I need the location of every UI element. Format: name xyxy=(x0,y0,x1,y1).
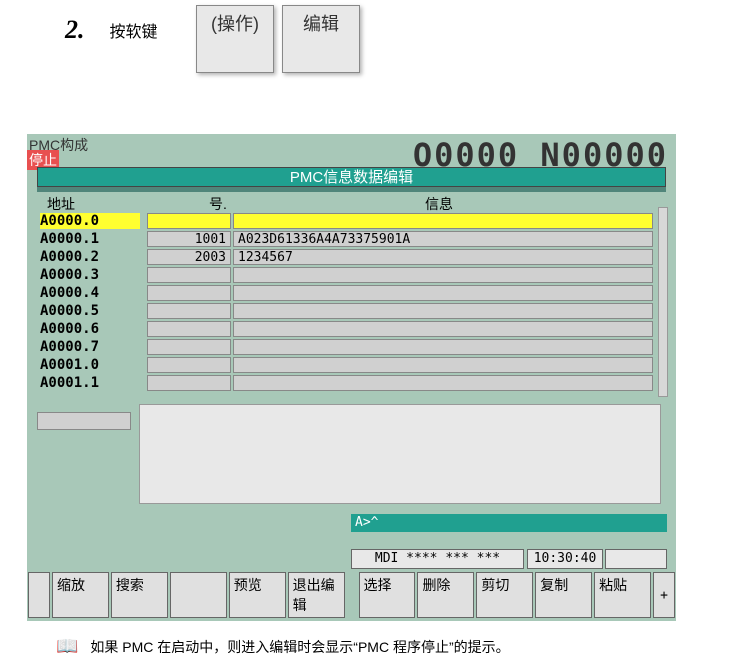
cell-info[interactable] xyxy=(233,321,653,337)
cell-number[interactable] xyxy=(147,321,231,337)
cell-address: A0000.7 xyxy=(40,339,140,355)
softkey-select[interactable]: 选择 xyxy=(359,572,416,618)
cell-address: A0000.6 xyxy=(40,321,140,337)
softkey-row: 缩放 搜索 预览 退出编辑 选择 删除 剪切 复制 粘贴 + xyxy=(27,571,676,619)
cell-info[interactable] xyxy=(233,375,653,391)
softkey-delete[interactable]: 删除 xyxy=(417,572,474,618)
table-row[interactable]: A0000.0 xyxy=(37,212,666,230)
softkey-cut[interactable]: 剪切 xyxy=(476,572,533,618)
softkey-search[interactable]: 搜索 xyxy=(111,572,168,618)
table-row[interactable]: A0000.7 xyxy=(37,338,666,356)
softkey-blank-1[interactable] xyxy=(170,572,227,618)
cell-number[interactable] xyxy=(147,303,231,319)
prompt-line: A>^ xyxy=(351,514,667,532)
cell-info[interactable] xyxy=(233,357,653,373)
cell-info[interactable] xyxy=(233,213,653,229)
cell-address: A0001.0 xyxy=(40,357,140,373)
message-text-panel[interactable] xyxy=(139,404,661,504)
book-icon: 📖 xyxy=(56,636,78,657)
softkey-preview[interactable]: 预览 xyxy=(229,572,286,618)
step-text: 按软键 xyxy=(110,18,158,42)
data-table: 地址 号. 信息 A0000.0 A0000.1 1001A023D61336A4A… xyxy=(37,192,666,392)
table-row[interactable]: A0000.3 xyxy=(37,266,666,284)
cell-info[interactable]: 1234567 xyxy=(233,249,653,265)
input-cell[interactable] xyxy=(37,412,131,430)
softkey-copy[interactable]: 复制 xyxy=(535,572,592,618)
softkey-next-page[interactable]: + xyxy=(653,572,675,618)
table-row[interactable]: A0000.2 2003 1234567 xyxy=(37,248,666,266)
cell-info[interactable] xyxy=(233,303,653,319)
softkey-exit-edit[interactable]: 退出编辑 xyxy=(288,572,345,618)
pmc-screen: PMC构成 停止 O0000 N00000 PMC信息数据编辑 地址 号. 信息… xyxy=(27,134,676,621)
col-address: 地址 xyxy=(47,194,75,214)
cell-number[interactable] xyxy=(147,357,231,373)
table-row[interactable]: A0001.0 xyxy=(37,356,666,374)
cell-number[interactable] xyxy=(147,267,231,283)
cell-info[interactable] xyxy=(233,285,653,301)
cell-number[interactable] xyxy=(147,213,231,229)
note-text: 如果 PMC 在启动中，则进入编辑时会显示“PMC 程序停止”的提示。 xyxy=(90,637,509,657)
status-mode: MDI **** *** *** xyxy=(351,549,524,569)
cell-address: A0000.4 xyxy=(40,285,140,301)
screen-title: PMC信息数据编辑 xyxy=(37,167,666,187)
table-row[interactable]: A0000.6 xyxy=(37,320,666,338)
softkey-operation[interactable]: (操作) xyxy=(196,5,274,73)
status-time: 10:30:40 xyxy=(527,549,603,569)
softkey-zoom[interactable]: 缩放 xyxy=(52,572,109,618)
vertical-scrollbar[interactable] xyxy=(658,207,668,397)
cell-address: A0000.3 xyxy=(40,267,140,283)
table-header: 地址 号. 信息 xyxy=(37,192,666,212)
col-info: 信息 xyxy=(425,194,453,214)
cell-number[interactable] xyxy=(147,285,231,301)
cell-number[interactable] xyxy=(147,375,231,391)
step-number: 2. xyxy=(65,15,85,45)
status-blank xyxy=(605,549,667,569)
table-row[interactable]: A0000.1 1001A023D61336A4A73375901A xyxy=(37,230,666,248)
cell-number[interactable] xyxy=(147,339,231,355)
cell-info[interactable]: A023D61336A4A73375901A xyxy=(233,231,653,247)
cell-address: A0000.1 xyxy=(40,231,140,247)
softkey-prev-page[interactable] xyxy=(28,572,50,618)
cell-number[interactable]: 1001 xyxy=(147,231,231,247)
cell-info[interactable] xyxy=(233,267,653,283)
softkey-paste[interactable]: 粘贴 xyxy=(594,572,651,618)
table-row[interactable]: A0001.1 xyxy=(37,374,666,392)
softkey-edit[interactable]: 编辑 xyxy=(282,5,360,73)
cell-address: A0000.5 xyxy=(40,303,140,319)
cell-address: A0001.1 xyxy=(40,375,140,391)
cell-info[interactable] xyxy=(233,339,653,355)
cell-number[interactable]: 2003 xyxy=(147,249,231,265)
table-row[interactable]: A0000.4 xyxy=(37,284,666,302)
note-line: 📖 如果 PMC 在启动中，则进入编辑时会显示“PMC 程序停止”的提示。 xyxy=(56,636,510,657)
table-row[interactable]: A0000.5 xyxy=(37,302,666,320)
col-number: 号. xyxy=(209,194,227,214)
cell-address: A0000.2 xyxy=(40,249,140,265)
cell-address: A0000.0 xyxy=(40,213,140,229)
